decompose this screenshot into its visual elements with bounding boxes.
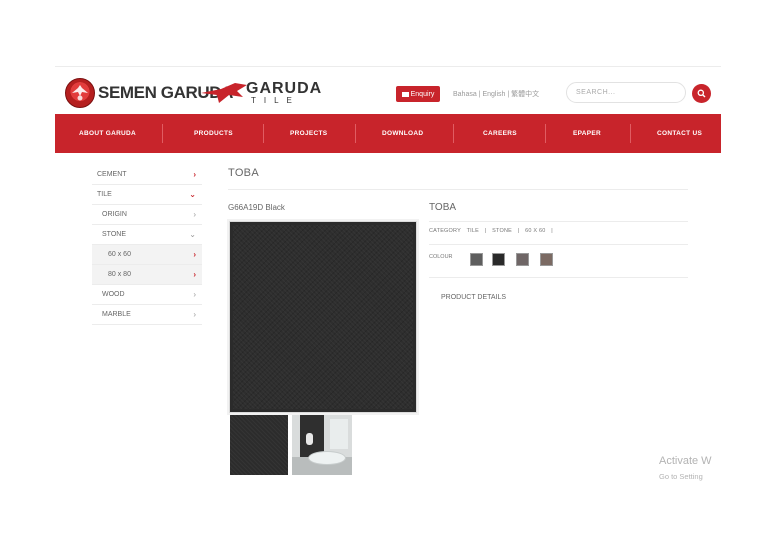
activation-watermark: Activate W [659, 455, 712, 467]
divider [228, 189, 688, 190]
tile-logo-subtext: TILE [251, 96, 300, 105]
sidebar-item-marble[interactable]: MARBLE › [92, 305, 202, 325]
site-header: SEMEN GARUDA GARUDA TILE Enquiry Bahasa … [55, 67, 721, 114]
sidebar-item-label: TILE [97, 191, 112, 198]
sidebar-item-label: STONE [102, 231, 126, 238]
sidebar-item-stone[interactable]: STONE ⌄ [92, 225, 202, 245]
nav-separator [630, 124, 631, 143]
sidebar-item-label: ORIGIN [102, 211, 127, 218]
product-code: G66A19D Black [228, 203, 285, 212]
category-row: CATEGORY TILE | STONE | 60 X 60 | [429, 228, 557, 234]
nav-separator [545, 124, 546, 143]
tile-texture [233, 225, 413, 409]
category-link-60x60[interactable]: 60 X 60 [525, 228, 545, 234]
chevron-right-icon: › [193, 270, 196, 279]
product-thumbnail-room[interactable] [292, 415, 352, 475]
colour-swatch[interactable] [470, 253, 483, 266]
category-link-stone[interactable]: STONE [492, 228, 512, 234]
nav-item-epaper[interactable]: EPAPER [573, 114, 601, 153]
room-sink [306, 433, 313, 445]
envelope-icon [401, 91, 409, 97]
garuda-bird-icon[interactable] [201, 83, 247, 103]
colour-swatch[interactable] [492, 253, 505, 266]
chevron-right-icon: › [193, 170, 196, 179]
activation-watermark-sub: Go to Setting [659, 472, 703, 481]
category-link-tile[interactable]: TILE [467, 228, 479, 234]
chevron-right-icon: › [193, 290, 196, 299]
room-window [330, 419, 348, 449]
nav-item-products[interactable]: PRODUCTS [194, 114, 233, 153]
nav-separator [355, 124, 356, 143]
product-name: TOBA [429, 202, 457, 213]
colour-swatch[interactable] [516, 253, 529, 266]
sidebar-item-tile[interactable]: TILE ⌄ [92, 185, 202, 205]
category-sidebar: CEMENT › TILE ⌄ ORIGIN › STONE ⌄ 60 x 60… [92, 165, 202, 325]
sidebar-item-label: 60 x 60 [108, 251, 131, 258]
chevron-down-icon: ⌄ [189, 190, 196, 199]
nav-separator [263, 124, 264, 143]
sidebar-item-origin[interactable]: ORIGIN › [92, 205, 202, 225]
sidebar-item-60x60[interactable]: 60 x 60 › [92, 245, 202, 265]
search-icon [697, 89, 706, 98]
room-bathtub [308, 451, 346, 465]
nav-item-careers[interactable]: CAREERS [483, 114, 517, 153]
sidebar-item-80x80[interactable]: 80 x 80 › [92, 265, 202, 285]
divider [429, 221, 688, 222]
nav-item-projects[interactable]: PROJECTS [290, 114, 327, 153]
nav-separator [162, 124, 163, 143]
nav-item-download[interactable]: DOWNLOAD [382, 114, 423, 153]
page-container: SEMEN GARUDA GARUDA TILE Enquiry Bahasa … [55, 66, 721, 485]
nav-item-contact-us[interactable]: CONTACT US [657, 114, 702, 153]
sidebar-item-label: 80 x 80 [108, 271, 131, 278]
sidebar-item-label: CEMENT [97, 171, 127, 178]
product-details-link[interactable]: PRODUCT DETAILS [441, 294, 506, 301]
colour-swatch[interactable] [540, 253, 553, 266]
search-button[interactable] [692, 84, 711, 103]
category-separator: | [484, 228, 487, 234]
nav-item-about-garuda[interactable]: ABOUT GARUDA [79, 114, 136, 153]
category-separator: | [517, 228, 520, 234]
divider [429, 244, 688, 245]
nav-separator [453, 124, 454, 143]
semen-garuda-logo-icon[interactable] [65, 78, 95, 108]
product-thumbnail-tile[interactable] [230, 415, 288, 475]
chevron-right-icon: › [193, 310, 196, 319]
category-label: CATEGORY [429, 228, 461, 234]
enquiry-button[interactable]: Enquiry [396, 86, 440, 102]
language-switcher[interactable]: Bahasa | English | 繁體中文 [453, 89, 539, 99]
product-main-image[interactable] [229, 221, 417, 413]
chevron-down-icon: ⌄ [189, 230, 196, 239]
sidebar-item-wood[interactable]: WOOD › [92, 285, 202, 305]
main-nav: ABOUT GARUDA PRODUCTS PROJECTS DOWNLOAD … [55, 114, 721, 153]
tile-texture [230, 415, 288, 475]
enquiry-label: Enquiry [410, 90, 435, 98]
chevron-right-icon: › [193, 250, 196, 259]
sidebar-item-label: WOOD [102, 291, 125, 298]
divider [429, 277, 688, 278]
page-title: TOBA [228, 167, 259, 179]
search-input[interactable]: SEARCH... [566, 82, 686, 103]
colour-label: COLOUR [429, 254, 453, 260]
sidebar-item-cement[interactable]: CEMENT › [92, 165, 202, 185]
category-separator: | [551, 228, 553, 234]
chevron-right-icon: › [193, 210, 196, 219]
sidebar-item-label: MARBLE [102, 311, 131, 318]
